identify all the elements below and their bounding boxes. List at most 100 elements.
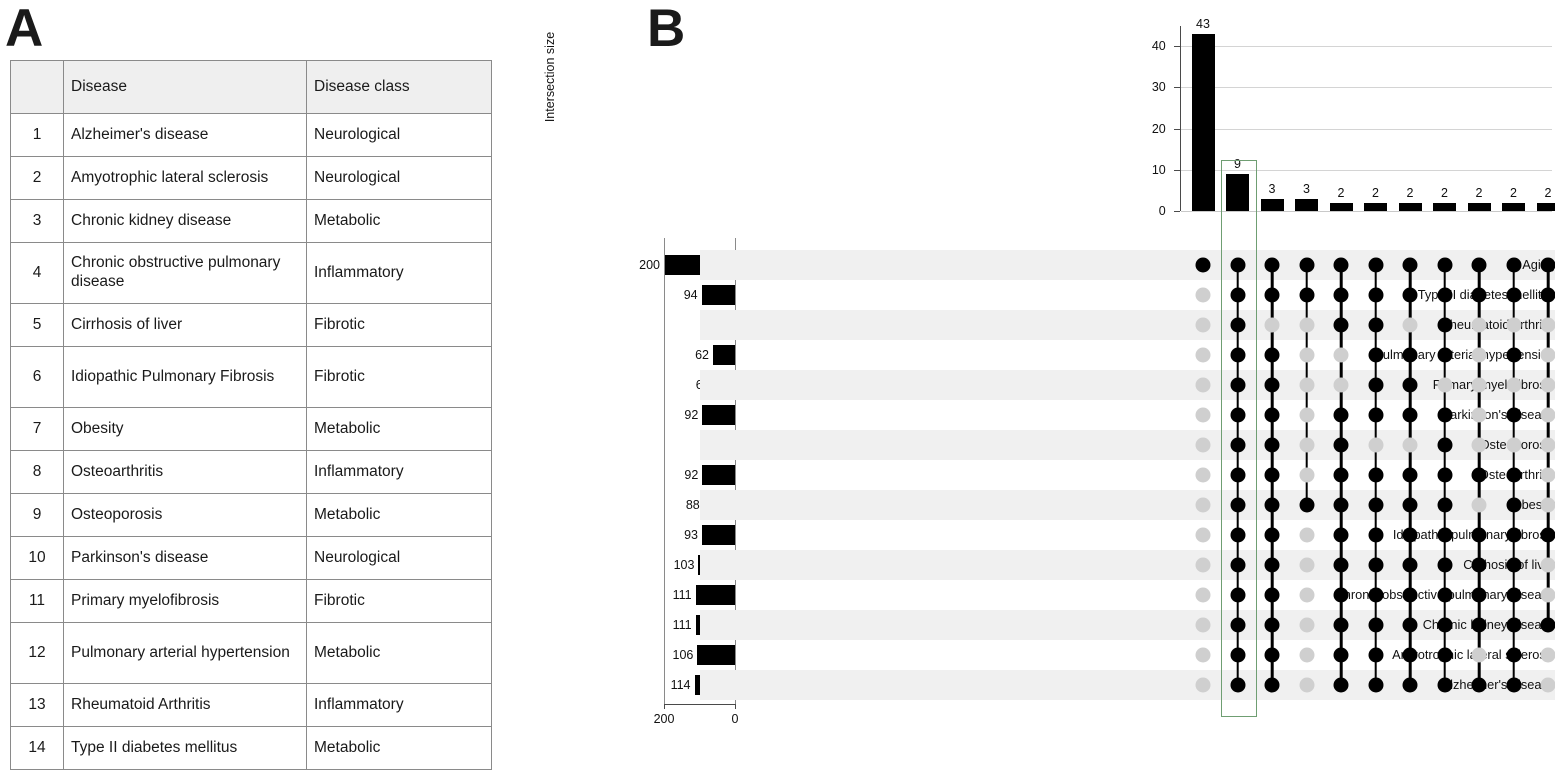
matrix-dot-filled[interactable] [1437,408,1452,423]
matrix-dot-empty[interactable] [1541,678,1555,693]
matrix-dot-filled[interactable] [1506,588,1521,603]
matrix-dot-filled[interactable] [1437,468,1452,483]
intersection-bar[interactable] [1295,199,1318,211]
matrix-dot-empty[interactable] [1299,468,1314,483]
matrix-dot-empty[interactable] [1368,438,1383,453]
matrix-dot-filled[interactable] [1541,258,1555,273]
matrix-dot-empty[interactable] [1472,348,1487,363]
matrix-dot-filled[interactable] [1230,558,1245,573]
matrix-dot-filled[interactable] [1403,588,1418,603]
matrix-dot-filled[interactable] [1472,618,1487,633]
matrix-dot-filled[interactable] [1299,288,1314,303]
matrix-dot-filled[interactable] [1437,348,1452,363]
matrix-dot-empty[interactable] [1506,438,1521,453]
matrix-dot-filled[interactable] [1403,378,1418,393]
matrix-dot-empty[interactable] [1299,588,1314,603]
matrix-dot-empty[interactable] [1265,318,1280,333]
matrix-dot-filled[interactable] [1265,258,1280,273]
matrix-dot-filled[interactable] [1230,588,1245,603]
matrix-dot-filled[interactable] [1334,618,1349,633]
intersection-bar[interactable] [1226,174,1249,211]
matrix-dot-empty[interactable] [1506,318,1521,333]
matrix-dot-filled[interactable] [1541,528,1555,543]
matrix-dot-filled[interactable] [1368,408,1383,423]
matrix-dot-filled[interactable] [1265,348,1280,363]
matrix-dot-filled[interactable] [1299,258,1314,273]
matrix-dot-filled[interactable] [1334,498,1349,513]
matrix-dot-filled[interactable] [1437,558,1452,573]
matrix-dot-filled[interactable] [1403,468,1418,483]
matrix-dot-filled[interactable] [1437,288,1452,303]
matrix-dot-filled[interactable] [1403,258,1418,273]
matrix-dot-filled[interactable] [1403,528,1418,543]
matrix-dot-filled[interactable] [1230,438,1245,453]
matrix-dot-filled[interactable] [1334,258,1349,273]
matrix-dot-filled[interactable] [1506,678,1521,693]
matrix-dot-filled[interactable] [1472,258,1487,273]
matrix-dot-filled[interactable] [1230,258,1245,273]
matrix-dot-empty[interactable] [1334,348,1349,363]
matrix-dot-filled[interactable] [1265,498,1280,513]
matrix-dot-empty[interactable] [1299,618,1314,633]
matrix-dot-empty[interactable] [1196,408,1211,423]
matrix-dot-empty[interactable] [1437,378,1452,393]
matrix-dot-filled[interactable] [1368,288,1383,303]
matrix-dot-filled[interactable] [1368,588,1383,603]
matrix-dot-empty[interactable] [1472,498,1487,513]
matrix-dot-filled[interactable] [1334,468,1349,483]
matrix-dot-filled[interactable] [1265,528,1280,543]
matrix-dot-empty[interactable] [1299,558,1314,573]
matrix-dot-filled[interactable] [1334,288,1349,303]
matrix-dot-filled[interactable] [1403,498,1418,513]
matrix-dot-filled[interactable] [1506,558,1521,573]
matrix-dot-empty[interactable] [1299,348,1314,363]
matrix-dot-filled[interactable] [1403,648,1418,663]
matrix-dot-filled[interactable] [1230,528,1245,543]
matrix-dot-filled[interactable] [1506,258,1521,273]
matrix-dot-empty[interactable] [1472,378,1487,393]
matrix-dot-empty[interactable] [1506,378,1521,393]
matrix-dot-filled[interactable] [1437,318,1452,333]
matrix-dot-filled[interactable] [1368,378,1383,393]
matrix-dot-empty[interactable] [1541,348,1555,363]
matrix-dot-filled[interactable] [1230,318,1245,333]
matrix-dot-empty[interactable] [1299,408,1314,423]
matrix-dot-filled[interactable] [1368,468,1383,483]
matrix-dot-filled[interactable] [1403,408,1418,423]
matrix-dot-filled[interactable] [1506,528,1521,543]
intersection-bar[interactable] [1433,203,1456,211]
matrix-dot-filled[interactable] [1437,438,1452,453]
matrix-dot-filled[interactable] [1230,408,1245,423]
matrix-dot-filled[interactable] [1265,618,1280,633]
matrix-dot-filled[interactable] [1265,438,1280,453]
matrix-dot-empty[interactable] [1196,588,1211,603]
matrix-dot-filled[interactable] [1368,678,1383,693]
matrix-dot-filled[interactable] [1368,258,1383,273]
matrix-dot-filled[interactable] [1265,588,1280,603]
matrix-dot-filled[interactable] [1506,288,1521,303]
matrix-dot-filled[interactable] [1403,288,1418,303]
matrix-dot-empty[interactable] [1196,348,1211,363]
matrix-dot-empty[interactable] [1541,408,1555,423]
matrix-dot-empty[interactable] [1472,318,1487,333]
matrix-dot-filled[interactable] [1403,558,1418,573]
matrix-dot-filled[interactable] [1368,498,1383,513]
matrix-dot-filled[interactable] [1472,528,1487,543]
matrix-dot-empty[interactable] [1299,438,1314,453]
intersection-bar[interactable] [1537,203,1555,211]
matrix-dot-filled[interactable] [1334,588,1349,603]
matrix-dot-empty[interactable] [1299,318,1314,333]
matrix-dot-filled[interactable] [1506,648,1521,663]
matrix-dot-filled[interactable] [1472,558,1487,573]
matrix-dot-filled[interactable] [1368,318,1383,333]
matrix-dot-filled[interactable] [1437,648,1452,663]
matrix-dot-filled[interactable] [1230,468,1245,483]
matrix-dot-empty[interactable] [1334,378,1349,393]
matrix-dot-filled[interactable] [1437,618,1452,633]
matrix-dot-filled[interactable] [1265,558,1280,573]
matrix-dot-empty[interactable] [1196,648,1211,663]
matrix-dot-empty[interactable] [1541,498,1555,513]
matrix-dot-empty[interactable] [1403,438,1418,453]
matrix-dot-filled[interactable] [1230,648,1245,663]
matrix-dot-filled[interactable] [1541,618,1555,633]
